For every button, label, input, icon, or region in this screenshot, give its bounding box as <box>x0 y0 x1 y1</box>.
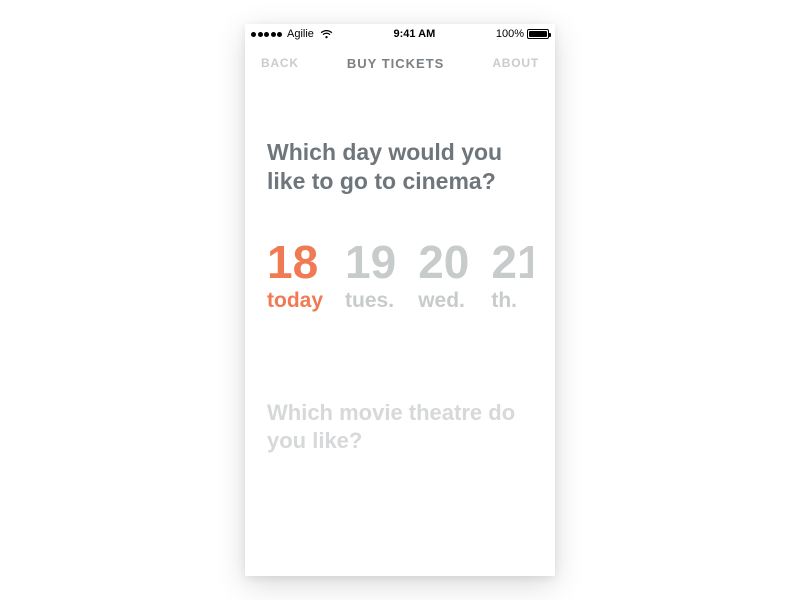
day-number: 20 <box>418 239 469 285</box>
day-number: 19 <box>345 239 396 285</box>
day-picker[interactable]: 18 today 19 tues. 20 wed. 21 th. <box>267 239 533 313</box>
day-number: 21 <box>491 239 533 285</box>
day-number: 18 <box>267 239 323 285</box>
content: Which day would you like to go to cinema… <box>245 138 555 456</box>
question-day: Which day would you like to go to cinema… <box>267 138 533 197</box>
status-bar: Agilie 9:41 AM 100% <box>245 24 555 44</box>
day-option-thu[interactable]: 21 th. <box>491 239 533 313</box>
battery-icon <box>527 29 549 39</box>
status-right: 100% <box>496 28 549 40</box>
status-left: Agilie <box>251 28 333 40</box>
day-label: today <box>267 289 323 313</box>
question-theatre: Which movie theatre do you like? <box>267 399 533 456</box>
day-label: wed. <box>418 289 469 313</box>
day-label: tues. <box>345 289 396 313</box>
phone-frame: Agilie 9:41 AM 100% BACK BUY TICKETS ABO… <box>245 24 555 576</box>
nav-bar: BACK BUY TICKETS ABOUT <box>245 44 555 82</box>
day-option-wed[interactable]: 20 wed. <box>418 239 469 313</box>
day-label: th. <box>491 289 533 313</box>
about-button[interactable]: ABOUT <box>492 56 539 70</box>
day-option-tues[interactable]: 19 tues. <box>345 239 396 313</box>
battery-percent: 100% <box>496 28 524 40</box>
status-time: 9:41 AM <box>393 28 435 40</box>
signal-dots-icon <box>251 32 282 37</box>
back-button[interactable]: BACK <box>261 56 299 70</box>
page-title: BUY TICKETS <box>347 56 444 71</box>
wifi-icon <box>320 30 333 39</box>
carrier-label: Agilie <box>287 28 314 40</box>
day-option-today[interactable]: 18 today <box>267 239 323 313</box>
